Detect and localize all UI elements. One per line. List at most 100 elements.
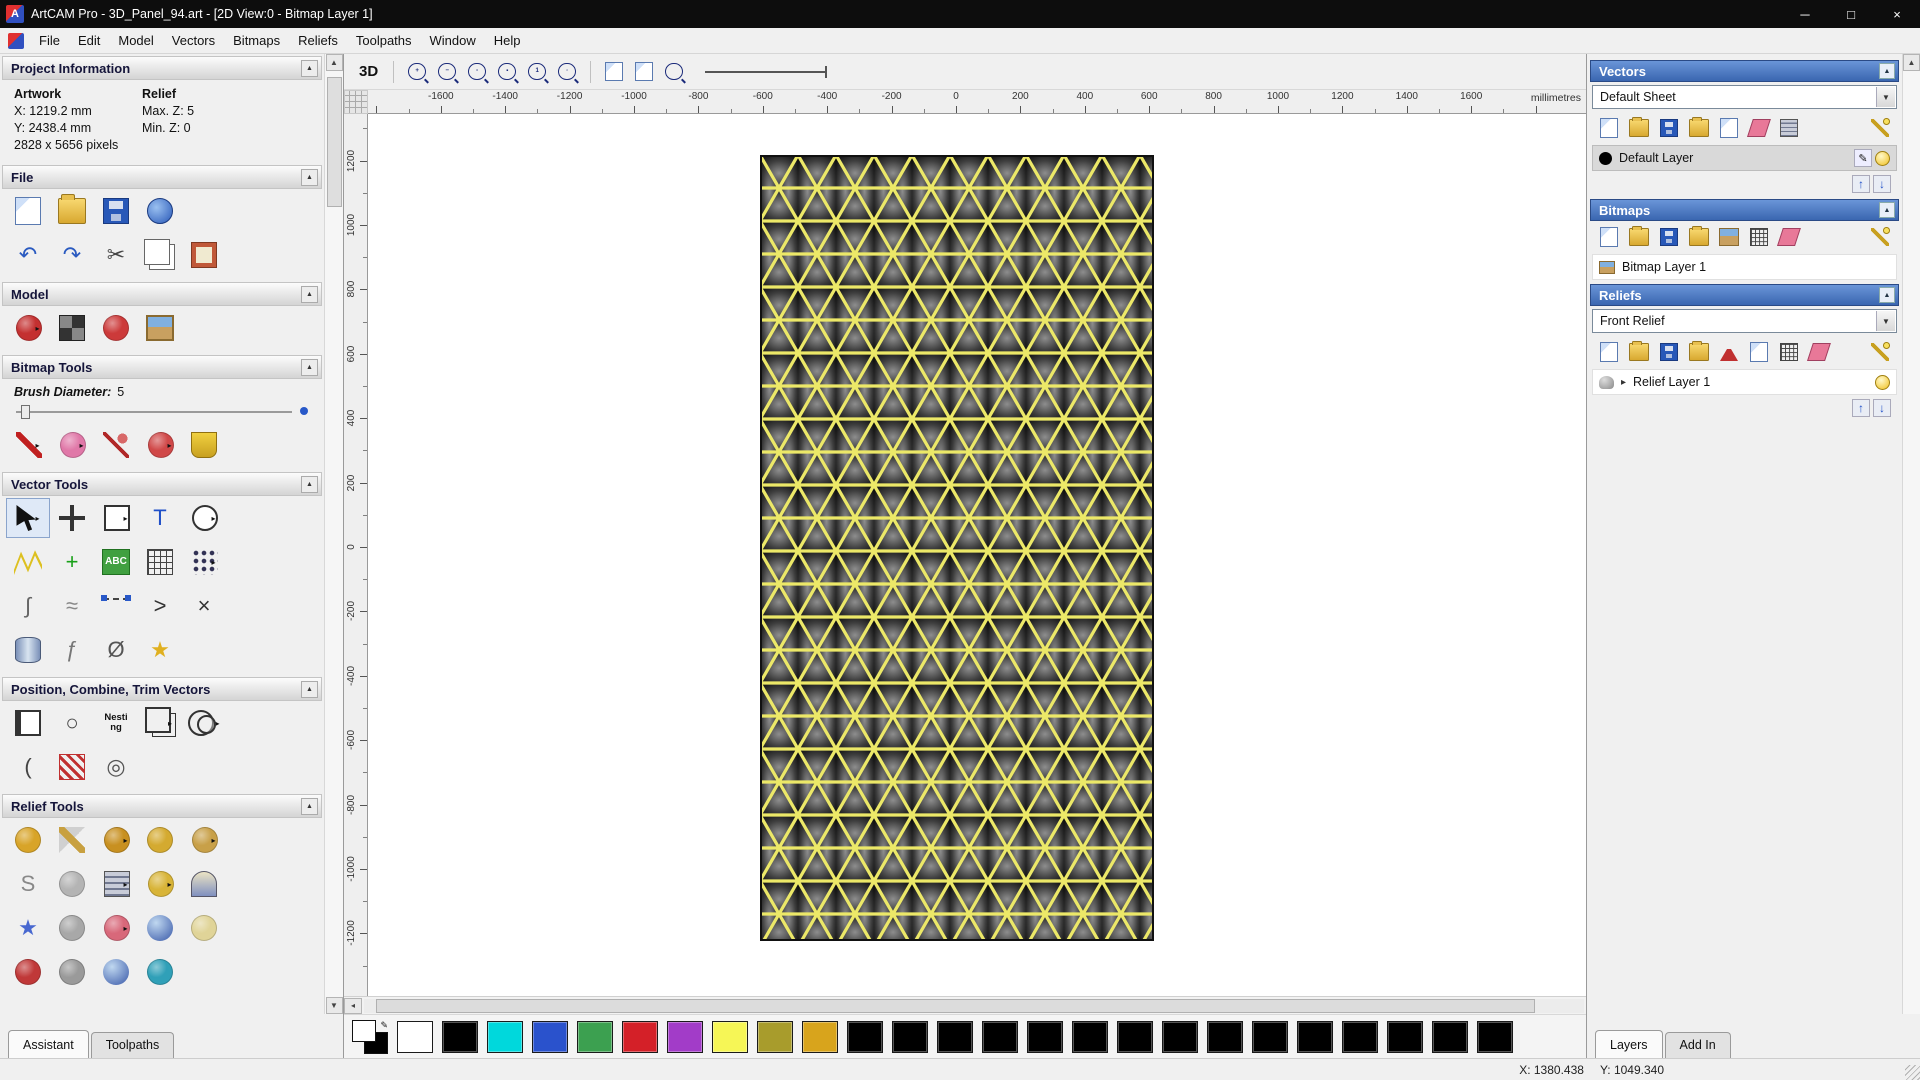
move-layer-down-button[interactable]: ↓ [1873, 399, 1891, 417]
bucket-fill-button[interactable] [182, 425, 226, 465]
wrap-text-on-curve-button[interactable]: ABC [94, 542, 138, 582]
vector-layer-options-button[interactable] [1865, 115, 1895, 141]
reliefs-section-header[interactable]: Reliefs ▲ [1590, 284, 1899, 306]
copy-sheet-button[interactable] [1714, 115, 1744, 141]
paste-array-flyout-icon[interactable]: ▸ [211, 558, 215, 567]
bitmap-layer-name[interactable]: Bitmap Layer 1 [1622, 260, 1890, 274]
select-vectors-button[interactable]: ▸ [6, 498, 50, 538]
save-vector-layer-button[interactable] [1654, 115, 1684, 141]
collapse-vectors-icon[interactable]: ▲ [1879, 63, 1895, 79]
transform-vectors-button[interactable] [50, 498, 94, 538]
sheet-selector[interactable]: Default Sheet ▼ [1592, 85, 1897, 109]
vectors-section-header[interactable]: Vectors ▲ [1590, 60, 1899, 82]
zoom-to-selection-button[interactable] [659, 59, 689, 85]
palette-swatch-8[interactable] [757, 1021, 793, 1053]
offset-vector-button[interactable]: Ø [94, 630, 138, 670]
open-model-button[interactable] [50, 191, 94, 231]
palette-swatch-9[interactable] [802, 1021, 838, 1053]
relief-layer-row[interactable]: ▸ Relief Layer 1 [1592, 369, 1897, 395]
menu-help[interactable]: Help [485, 29, 530, 52]
import-relief-button[interactable] [1684, 339, 1714, 365]
star-relief-button[interactable]: ★ [6, 908, 50, 948]
bitmap-layer-options-button[interactable] [1865, 224, 1895, 250]
fence-trim-button[interactable] [50, 747, 94, 787]
palette-swatch-24[interactable] [1477, 1021, 1513, 1053]
expand-relief-layer-icon[interactable]: ▸ [1621, 377, 1626, 388]
move-layer-up-button[interactable]: ↑ [1852, 175, 1870, 193]
bitmap-tools-header[interactable]: Bitmap Tools ▲ [2, 355, 322, 379]
paint-selective-flyout-icon[interactable]: ▸ [79, 441, 83, 450]
flood-fill-button[interactable]: ▸ [138, 425, 182, 465]
palette-swatch-17[interactable] [1162, 1021, 1198, 1053]
palette-swatch-3[interactable] [532, 1021, 568, 1053]
two-rail-sweep-button[interactable] [182, 864, 226, 904]
dropdown-arrow-icon[interactable]: ▼ [1876, 87, 1895, 107]
palette-swatch-5[interactable] [622, 1021, 658, 1053]
bitmap-adjust-button[interactable] [1744, 224, 1774, 250]
model-section-header[interactable]: Model ▲ [2, 282, 322, 306]
primary-color[interactable] [352, 1020, 376, 1042]
collapse-bitmap-tools-icon[interactable]: ▲ [301, 359, 318, 376]
close-button[interactable]: × [1874, 0, 1920, 28]
previous-view-button[interactable] [599, 59, 629, 85]
zoom-window-button[interactable]: ▫ [462, 59, 492, 85]
set-model-size-button[interactable]: ▸ [6, 308, 50, 348]
offset-relief-button[interactable]: ▸ [94, 864, 138, 904]
palette-swatch-0[interactable] [397, 1021, 433, 1053]
vector-doctor-button[interactable]: × [182, 586, 226, 626]
menu-model[interactable]: Model [109, 29, 162, 52]
collapse-position-icon[interactable]: ▲ [301, 681, 318, 698]
import-vectors-button[interactable] [1684, 115, 1714, 141]
open-vector-file-button[interactable] [1624, 115, 1654, 141]
menu-edit[interactable]: Edit [69, 29, 109, 52]
right-panel-scrollbar[interactable]: ▲ [1902, 54, 1920, 1014]
palette-swatch-12[interactable] [937, 1021, 973, 1053]
wave-distortion-flyout-icon[interactable]: ▸ [123, 924, 127, 933]
add-texture-button[interactable]: ▸ [94, 820, 138, 860]
open-relief-file-button[interactable] [1624, 339, 1654, 365]
redo-button[interactable]: ↷ [50, 235, 94, 275]
file-section-header[interactable]: File ▲ [2, 165, 322, 189]
paint-brush-flyout-icon[interactable]: ▸ [35, 441, 39, 450]
left-panel-scrollbar[interactable]: ▲ ▼ [324, 54, 343, 1014]
emboss-red-button[interactable] [6, 952, 50, 992]
paste-array-button[interactable]: ▸ [182, 542, 226, 582]
emboss-teal-button[interactable] [138, 952, 182, 992]
weave-wizard-button[interactable] [50, 864, 94, 904]
new-bitmap-layer-button[interactable] [1594, 224, 1624, 250]
save-bitmap-layer-button[interactable] [1654, 224, 1684, 250]
palette-swatch-7[interactable] [712, 1021, 748, 1053]
next-view-button[interactable] [629, 59, 659, 85]
position-combine-trim-header[interactable]: Position, Combine, Trim Vectors ▲ [2, 677, 322, 701]
nesting-button[interactable]: Nesting [94, 703, 138, 743]
palette-swatch-19[interactable] [1252, 1021, 1288, 1053]
open-bitmap-file-button[interactable] [1624, 224, 1654, 250]
switch-to-3d-button[interactable]: 3D [352, 60, 385, 83]
relief-layer-name[interactable]: Relief Layer 1 [1633, 375, 1868, 389]
flood-fill-flyout-icon[interactable]: ▸ [167, 441, 171, 450]
calculate-relief-button[interactable] [1714, 339, 1744, 365]
bitmaps-section-header[interactable]: Bitmaps ▲ [1590, 199, 1899, 221]
delete-bitmap-layer-button[interactable] [1774, 224, 1804, 250]
palette-swatch-16[interactable] [1117, 1021, 1153, 1053]
palette-swatch-15[interactable] [1072, 1021, 1108, 1053]
vector-layer-name[interactable]: Default Layer [1619, 151, 1847, 165]
move-layer-up-button[interactable]: ↑ [1852, 399, 1870, 417]
palette-swatch-10[interactable] [847, 1021, 883, 1053]
bitmap-layer-row[interactable]: Bitmap Layer 1 [1592, 254, 1897, 280]
create-rectangle-flyout-icon[interactable]: ▸ [123, 514, 127, 523]
save-relief-layer-button[interactable] [1654, 339, 1684, 365]
palette-swatch-21[interactable] [1342, 1021, 1378, 1053]
cut-button[interactable]: ✂ [94, 235, 138, 275]
collapse-model-icon[interactable]: ▲ [301, 286, 318, 303]
save-model-button[interactable] [94, 191, 138, 231]
greyscale-preview-button[interactable] [50, 308, 94, 348]
delete-vector-layer-button[interactable] [1744, 115, 1774, 141]
menu-bitmaps[interactable]: Bitmaps [224, 29, 289, 52]
collapse-bitmaps-icon[interactable]: ▲ [1879, 202, 1895, 218]
zoom-previous-button[interactable]: ◦ [552, 59, 582, 85]
emboss-sphere-button[interactable] [94, 952, 138, 992]
new-model-button[interactable] [6, 191, 50, 231]
scroll-up-icon[interactable]: ▲ [326, 54, 343, 71]
new-relief-layer-button[interactable] [1594, 339, 1624, 365]
